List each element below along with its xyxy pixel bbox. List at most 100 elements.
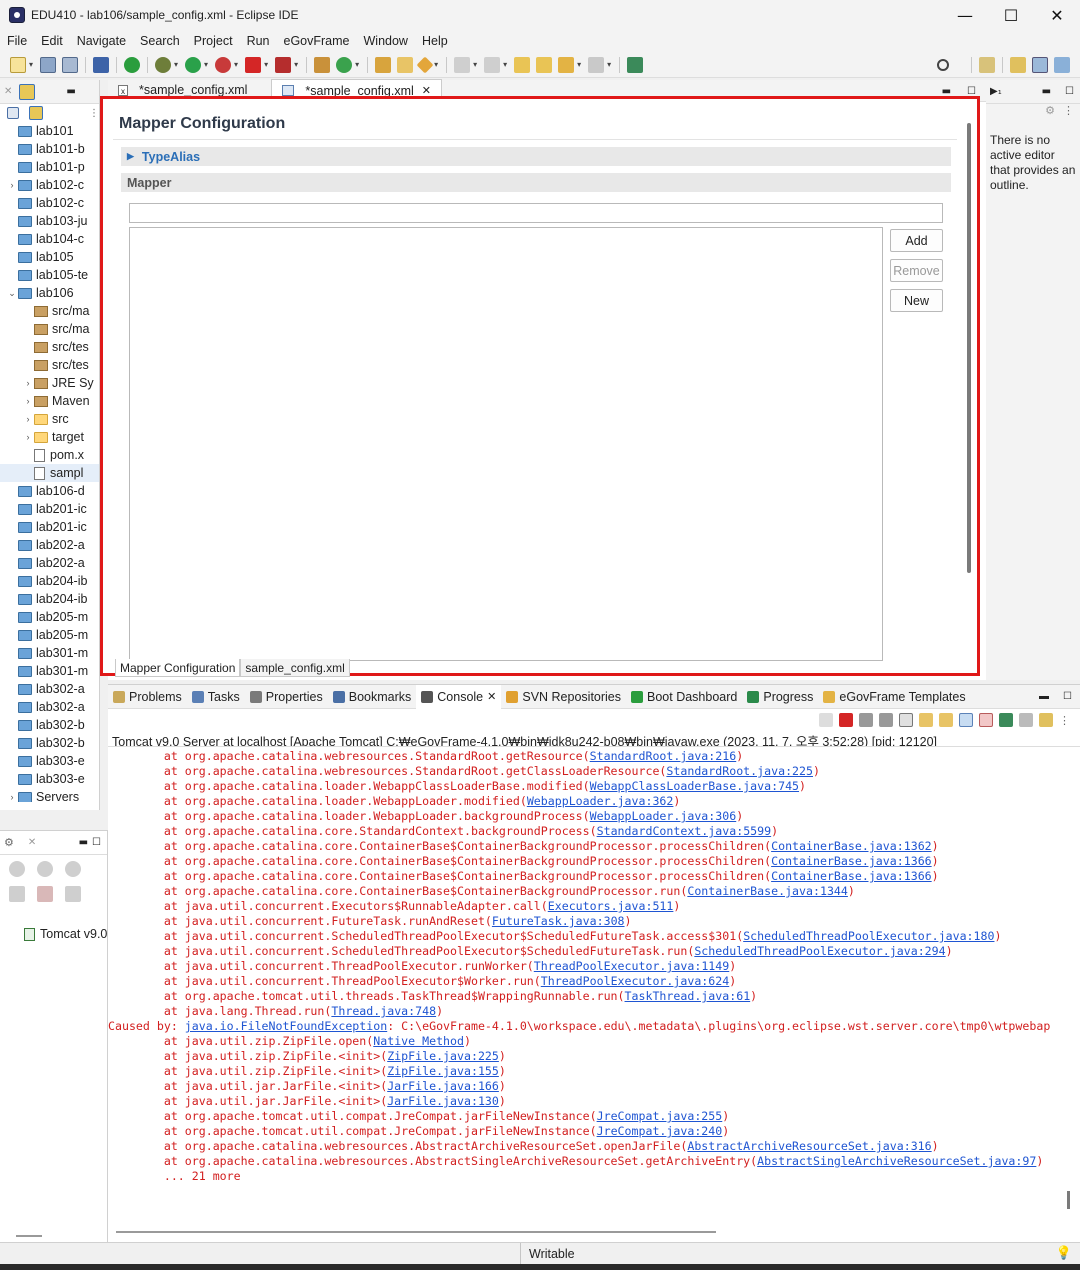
tree-item[interactable]: ⌄ lab106 — [0, 284, 99, 302]
tree-item[interactable]: lab202-a — [0, 536, 99, 554]
link-icon[interactable] — [29, 106, 43, 120]
menu-window[interactable]: Window — [357, 34, 415, 48]
stack-trace-link[interactable]: ContainerBase.java:1366 — [771, 854, 932, 868]
tree-item[interactable]: lab301-m — [0, 644, 99, 662]
horizontal-scrollbar[interactable] — [116, 1231, 716, 1233]
tree-item[interactable]: lab302-b — [0, 716, 99, 734]
new-package-icon[interactable] — [314, 56, 331, 73]
menu-run[interactable]: Run — [240, 34, 277, 48]
terminal-icon[interactable] — [93, 56, 110, 73]
stop-icon[interactable] — [245, 56, 262, 73]
view-menu-icon[interactable]: ⋮ — [89, 108, 99, 119]
remove-button[interactable]: Remove — [890, 259, 943, 282]
tree-item[interactable]: src/tes — [0, 338, 99, 356]
tree-item[interactable]: lab101 — [0, 122, 99, 140]
stack-trace-link[interactable]: ContainerBase.java:1344 — [687, 884, 848, 898]
collapse-all-icon[interactable] — [7, 107, 19, 119]
tree-item[interactable]: lab302-b — [0, 734, 99, 752]
lightbulb-icon[interactable]: 💡 — [1056, 1245, 1072, 1261]
new-class-icon[interactable] — [336, 56, 353, 73]
tree-item[interactable]: lab205-m — [0, 608, 99, 626]
tab-egovframe-templates[interactable]: eGovFrame Templates — [818, 685, 970, 709]
remove-all-launches-icon[interactable] — [879, 713, 893, 727]
tree-item[interactable]: lab104-c — [0, 230, 99, 248]
save-all-icon[interactable] — [62, 56, 79, 73]
tab-tasks[interactable]: Tasks — [187, 685, 245, 709]
filter-input[interactable] — [129, 203, 943, 223]
link-with-editor-icon[interactable] — [19, 83, 36, 100]
search-icon[interactable] — [937, 58, 949, 71]
add-button[interactable]: Add — [890, 229, 943, 252]
view-menu-icon[interactable]: ✕ — [4, 86, 12, 97]
tree-item[interactable]: lab303-e — [0, 752, 99, 770]
vertical-scrollbar[interactable] — [967, 123, 971, 573]
profile-server-icon[interactable] — [9, 886, 25, 902]
tree-item[interactable]: lab105-te — [0, 266, 99, 284]
tree-item[interactable]: lab301-m — [0, 662, 99, 680]
expand-toggle-icon[interactable]: › — [22, 378, 34, 388]
stack-trace-link[interactable]: StandardRoot.java:225 — [666, 764, 813, 778]
tree-item[interactable]: lab201-ic — [0, 500, 99, 518]
tree-item[interactable]: lab201-ic — [0, 518, 99, 536]
tree-item[interactable]: lab205-m — [0, 626, 99, 644]
stack-trace-link[interactable]: JarFile.java:130 — [387, 1094, 499, 1108]
console-output[interactable]: at org.apache.catalina.webresources.Stan… — [108, 749, 1068, 1189]
open-console-icon[interactable] — [999, 713, 1013, 727]
tree-item[interactable]: › src — [0, 410, 99, 428]
menu-edit[interactable]: Edit — [34, 34, 70, 48]
server-item[interactable]: Tomcat v9.0 — [0, 925, 107, 943]
stack-trace-link[interactable]: AbstractSingleArchiveResourceSet.java:97 — [757, 1154, 1036, 1168]
tree-item[interactable]: lab101-p — [0, 158, 99, 176]
stack-trace-link[interactable]: WebappLoader.java:306 — [590, 809, 737, 823]
outline-options-icon[interactable]: ⚙ — [1045, 104, 1055, 124]
new-button[interactable]: New — [890, 289, 943, 312]
minimize-view-icon[interactable]: ▬ — [1039, 691, 1049, 702]
tab-progress[interactable]: Progress — [742, 685, 818, 709]
stack-trace-link[interactable]: WebappLoader.java:362 — [527, 794, 674, 808]
open-type-icon[interactable] — [375, 56, 392, 73]
outline-tab-icon[interactable]: ▶₁ — [990, 86, 1002, 97]
last-edit-icon[interactable] — [514, 56, 531, 73]
tree-item[interactable]: › Servers — [0, 788, 99, 802]
tab-svn-repositories[interactable]: SVN Repositories — [501, 685, 626, 709]
disconnect-icon[interactable] — [275, 56, 292, 73]
tree-item[interactable]: lab204-ib — [0, 572, 99, 590]
console-scrollbar[interactable] — [1067, 1191, 1070, 1209]
maximize-button[interactable]: ☐ — [988, 0, 1034, 30]
stack-trace-link[interactable]: ZipFile.java:225 — [387, 1049, 499, 1063]
tab-source[interactable]: sample_config.xml — [240, 659, 350, 677]
stack-trace-link[interactable]: ThreadPoolExecutor.java:624 — [541, 974, 729, 988]
stack-trace-link[interactable]: ThreadPoolExecutor.java:1149 — [534, 959, 729, 973]
stack-trace-link[interactable]: Native Method — [373, 1034, 464, 1048]
start-server-icon[interactable] — [9, 861, 25, 877]
tab-console[interactable]: Console ✕ — [416, 684, 502, 709]
tab-problems[interactable]: Problems — [108, 685, 187, 709]
display-console-icon[interactable] — [1019, 713, 1033, 727]
stack-trace-link[interactable]: ScheduledThreadPoolExecutor.java:294 — [694, 944, 945, 958]
stack-trace-link[interactable]: java.io.FileNotFoundException — [185, 1019, 387, 1033]
stack-trace-link[interactable]: TaskThread.java:61 — [625, 989, 751, 1003]
stack-trace-link[interactable]: Thread.java:748 — [331, 1004, 436, 1018]
tree-item[interactable]: lab106-d — [0, 482, 99, 500]
debug-icon[interactable] — [155, 56, 172, 73]
java-ee-perspective-icon[interactable] — [1010, 56, 1026, 73]
stack-trace-link[interactable]: JarFile.java:166 — [387, 1079, 499, 1093]
pin-console-icon[interactable] — [819, 713, 833, 727]
tab-mapper-configuration[interactable]: Mapper Configuration — [115, 659, 241, 677]
menu-project[interactable]: Project — [187, 34, 240, 48]
stack-trace-link[interactable]: ZipFile.java:155 — [387, 1064, 499, 1078]
expand-toggle-icon[interactable]: › — [22, 432, 34, 442]
egov-perspective-icon[interactable] — [1032, 56, 1048, 73]
menu-search[interactable]: Search — [133, 34, 187, 48]
maximize-view-icon[interactable]: ☐ — [92, 837, 101, 848]
tree-item[interactable]: lab204-ib — [0, 590, 99, 608]
tree-item[interactable]: lab302-a — [0, 698, 99, 716]
stack-trace-link[interactable]: JreCompat.java:255 — [597, 1109, 723, 1123]
close-tab-icon[interactable]: ✕ — [487, 690, 496, 703]
minimize-view-icon[interactable]: ▬ — [79, 837, 88, 848]
tree-item[interactable]: src/tes — [0, 356, 99, 374]
save-icon[interactable] — [40, 56, 57, 73]
previous-annotation-icon[interactable] — [484, 56, 501, 73]
stack-trace-link[interactable]: ContainerBase.java:1362 — [771, 839, 932, 853]
expand-toggle-icon[interactable]: › — [6, 792, 18, 802]
